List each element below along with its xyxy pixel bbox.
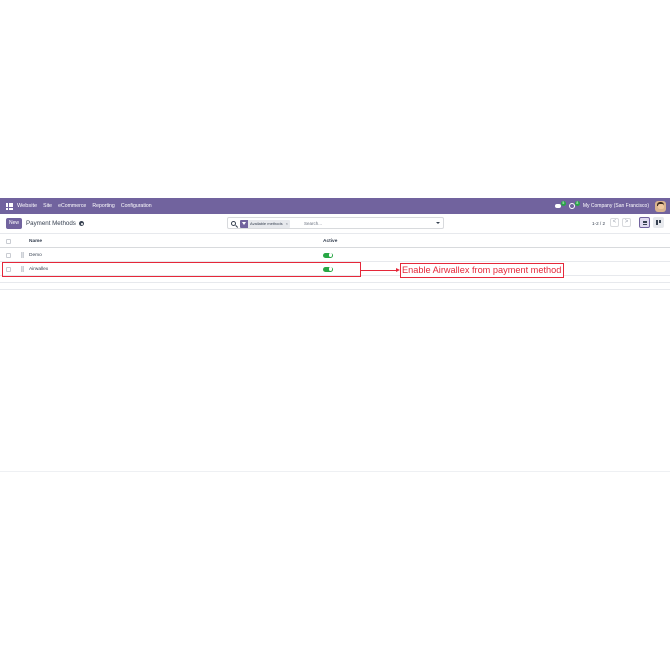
arrow-line bbox=[361, 269, 398, 271]
control-panel: New Payment Methods Available methods × … bbox=[0, 214, 670, 234]
search-icon[interactable] bbox=[231, 220, 236, 226]
clock-icon[interactable]: 8 bbox=[568, 200, 580, 210]
column-header-active[interactable]: Active bbox=[323, 238, 337, 245]
activity-badge: 8 bbox=[574, 200, 580, 206]
menu-site[interactable]: Site bbox=[43, 203, 52, 209]
filter-icon bbox=[240, 219, 248, 228]
app-brand[interactable]: Website bbox=[17, 203, 37, 209]
menu-ecommerce[interactable]: eCommerce bbox=[58, 203, 86, 209]
drag-handle-icon[interactable] bbox=[21, 252, 24, 258]
company-switcher[interactable]: My Company (San Francisco) bbox=[583, 203, 649, 209]
gear-icon[interactable] bbox=[79, 221, 84, 226]
new-button[interactable]: New bbox=[6, 218, 23, 229]
row-checkbox[interactable] bbox=[6, 252, 11, 258]
top-navbar: Website Site eCommerce Reporting Configu… bbox=[0, 198, 670, 214]
page-title[interactable]: Payment Methods bbox=[26, 219, 76, 229]
cell-name[interactable]: Demo bbox=[29, 252, 42, 259]
table-header: Name Active bbox=[0, 235, 670, 248]
odoo-app: Website Site eCommerce Reporting Configu… bbox=[0, 198, 670, 472]
active-toggle[interactable] bbox=[323, 252, 333, 258]
chat-icon[interactable]: 5 bbox=[554, 200, 566, 210]
content-bottom-edge bbox=[0, 471, 670, 472]
chat-badge: 5 bbox=[560, 200, 566, 206]
apps-icon[interactable] bbox=[6, 202, 13, 210]
facet-close-icon[interactable]: × bbox=[284, 219, 290, 228]
menu-configuration[interactable]: Configuration bbox=[121, 203, 152, 209]
annotation-callout: Enable Airwallex from payment method bbox=[400, 263, 564, 278]
pager-next-button[interactable]: > bbox=[622, 218, 631, 227]
systray: 5 8 My Company (San Francisco) bbox=[554, 198, 666, 214]
avatar[interactable] bbox=[655, 200, 666, 212]
caret-down-icon[interactable] bbox=[436, 222, 440, 224]
empty-row bbox=[0, 283, 670, 290]
search-facet: Available methods × bbox=[240, 219, 290, 228]
empty-row bbox=[0, 276, 670, 283]
pager-value[interactable]: 1-2 / 2 bbox=[592, 220, 605, 227]
column-header-name[interactable]: Name bbox=[29, 238, 42, 245]
select-all-checkbox[interactable] bbox=[6, 239, 11, 244]
search-input[interactable] bbox=[304, 220, 424, 227]
menu-reporting[interactable]: Reporting bbox=[92, 203, 115, 209]
highlight-box bbox=[2, 262, 361, 277]
list-view-icon[interactable] bbox=[639, 217, 650, 228]
table-row[interactable]: Demo bbox=[0, 248, 670, 262]
facet-label: Available methods bbox=[248, 219, 285, 228]
pager-previous-button[interactable]: < bbox=[610, 218, 619, 227]
kanban-view-icon[interactable] bbox=[653, 217, 664, 228]
search-bar[interactable]: Available methods × bbox=[227, 217, 444, 229]
